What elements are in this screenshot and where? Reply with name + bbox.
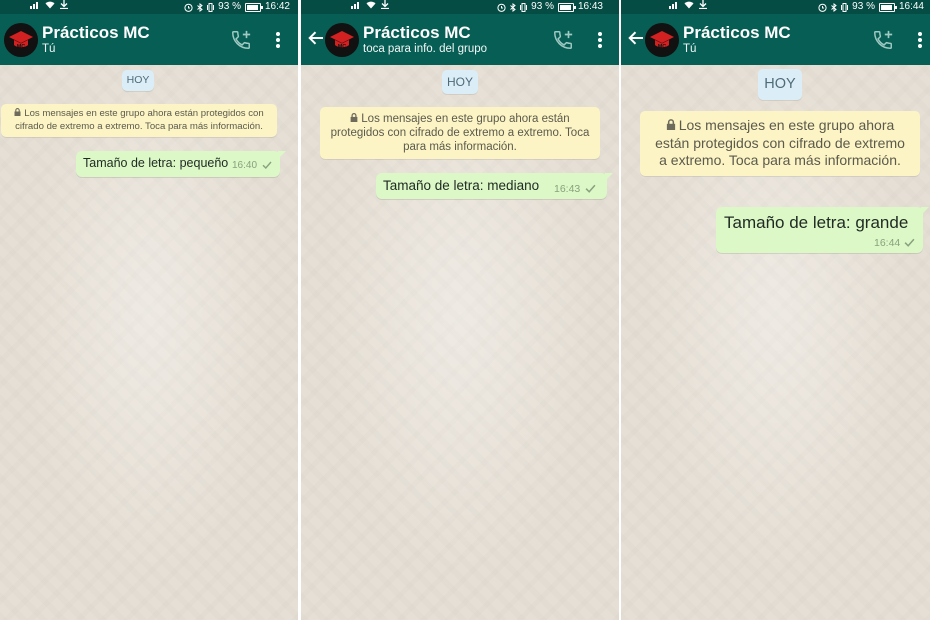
wifi-icon: [45, 1, 55, 9]
bluetooth-icon: [510, 2, 516, 12]
status-left-icons: [669, 0, 707, 9]
alarm-icon: [184, 3, 193, 12]
encryption-notice-text: Los mensajes en este grupo ahora están p…: [15, 108, 264, 132]
message-text: Tamaño de letra: mediano: [383, 178, 540, 193]
outgoing-message[interactable]: Tamaño de letra: pequeño 16:40: [76, 151, 286, 177]
bluetooth-icon: [831, 2, 837, 12]
status-bar: 93 % 16:43: [301, 0, 619, 14]
add-call-icon[interactable]: [552, 29, 574, 51]
check-icon: [262, 161, 272, 169]
avatar-text: MC: [17, 44, 26, 50]
chat-title: Prácticos MC: [363, 23, 471, 42]
clock: 16:43: [577, 1, 603, 12]
more-vert-icon[interactable]: [917, 30, 923, 50]
chat-title: Prácticos MC: [683, 23, 791, 42]
message-time: 16:40: [232, 160, 258, 171]
more-vert-icon[interactable]: [275, 30, 281, 50]
day-chip: HOY: [442, 70, 478, 94]
alarm-icon: [497, 3, 506, 12]
day-chip: HOY: [758, 69, 802, 100]
avatar-text: MC: [658, 44, 667, 50]
signal-icon: [30, 2, 38, 9]
battery-percent: 93 %: [218, 1, 241, 12]
chat-title: Prácticos MC: [42, 23, 150, 42]
encryption-notice-text: Los mensajes en este grupo ahora están p…: [655, 117, 905, 168]
group-avatar[interactable]: MC: [325, 23, 359, 57]
group-avatar[interactable]: MC: [4, 23, 38, 57]
lock-icon: [14, 108, 21, 116]
battery-percent: 93 %: [852, 1, 875, 12]
chat-area[interactable]: HOY Los mensajes en este grupo ahora est…: [301, 65, 619, 620]
chat-toolbar: MC Prácticos MC toca para info. del grup…: [301, 14, 619, 65]
message-text: Tamaño de letra: grande: [724, 213, 909, 232]
download-icon: [60, 0, 68, 9]
battery-icon: [244, 2, 263, 12]
clock: 16:44: [898, 1, 924, 12]
chat-subtitle: Tú: [42, 43, 56, 55]
screenshot-large-font: 93 % 16:44 MC Prácticos MC Tú HOY Los me: [621, 0, 930, 620]
graduation-cap-logo: MC: [4, 23, 38, 57]
status-left-icons: [351, 0, 389, 9]
message-time: 16:43: [554, 183, 581, 195]
battery-level: [559, 4, 572, 10]
graduation-cap-logo: MC: [645, 23, 679, 57]
wifi-icon: [366, 1, 376, 9]
chat-subtitle: Tú: [683, 43, 697, 55]
encryption-notice[interactable]: Los mensajes en este grupo ahora están p…: [1, 104, 277, 137]
download-icon: [699, 0, 707, 9]
arrow-left-icon[interactable]: [307, 29, 325, 47]
chat-area[interactable]: HOY Los mensajes en este grupo ahora est…: [621, 65, 930, 620]
arrow-left-icon[interactable]: [627, 29, 645, 47]
outgoing-message[interactable]: Tamaño de letra: grande 16:44: [716, 207, 929, 253]
signal-icon: [669, 2, 677, 9]
status-bar: 93 % 16:42: [0, 0, 298, 14]
screenshot-medium-font: 93 % 16:43 MC Prácticos MC toca para inf…: [301, 0, 619, 620]
encryption-notice[interactable]: Los mensajes en este grupo ahora están p…: [640, 111, 920, 176]
add-call-icon[interactable]: [230, 29, 252, 51]
outgoing-message[interactable]: Tamaño de letra: mediano 16:43: [376, 173, 613, 199]
screenshot-small-font: 93 % 16:42 MC Prácticos MC Tú HOY Los me…: [0, 0, 298, 620]
clock: 16:42: [264, 1, 290, 12]
status-right-icons: 93 % 16:44: [818, 0, 924, 14]
lock-icon: [350, 113, 358, 122]
status-bar: 93 % 16:44: [621, 0, 930, 14]
battery-level: [880, 4, 893, 10]
download-icon: [381, 0, 389, 9]
signal-icon: [351, 2, 359, 9]
chat-subtitle: toca para info. del grupo: [363, 43, 488, 55]
message-time: 16:44: [874, 237, 901, 249]
avatar-text: MC: [338, 44, 347, 50]
more-vert-icon[interactable]: [597, 30, 603, 50]
status-left-icons: [30, 0, 68, 9]
status-right-icons: 93 % 16:43: [497, 0, 603, 14]
wifi-icon: [684, 1, 694, 9]
battery-percent: 93 %: [531, 1, 554, 12]
chat-toolbar: MC Prácticos MC Tú: [0, 14, 298, 65]
lock-icon: [666, 119, 675, 130]
chat-area[interactable]: HOY Los mensajes en este grupo ahora est…: [0, 65, 298, 620]
bluetooth-icon: [197, 2, 203, 12]
status-right-icons: 93 % 16:42: [184, 0, 290, 14]
battery-level: [246, 4, 259, 10]
vibrate-icon: [520, 2, 528, 12]
chat-header-titles[interactable]: Prácticos MC toca para info. del grupo: [363, 23, 487, 57]
battery-icon: [557, 2, 576, 12]
day-chip: HOY: [122, 70, 154, 91]
message-text: Tamaño de letra: pequeño: [83, 156, 229, 170]
encryption-notice[interactable]: Los mensajes en este grupo ahora están p…: [320, 107, 600, 159]
add-call-icon[interactable]: [872, 29, 894, 51]
alarm-icon: [818, 3, 827, 12]
chat-toolbar: MC Prácticos MC Tú: [621, 14, 930, 65]
group-avatar[interactable]: MC: [645, 23, 679, 57]
vibrate-icon: [841, 2, 849, 12]
graduation-cap-logo: MC: [325, 23, 359, 57]
chat-header-titles[interactable]: Prácticos MC Tú: [683, 23, 791, 57]
vibrate-icon: [207, 2, 215, 12]
check-icon: [585, 184, 596, 193]
encryption-notice-text: Los mensajes en este grupo ahora están p…: [330, 113, 590, 153]
chat-header-titles[interactable]: Prácticos MC Tú: [42, 23, 150, 57]
battery-icon: [878, 2, 897, 12]
check-icon: [904, 238, 915, 247]
